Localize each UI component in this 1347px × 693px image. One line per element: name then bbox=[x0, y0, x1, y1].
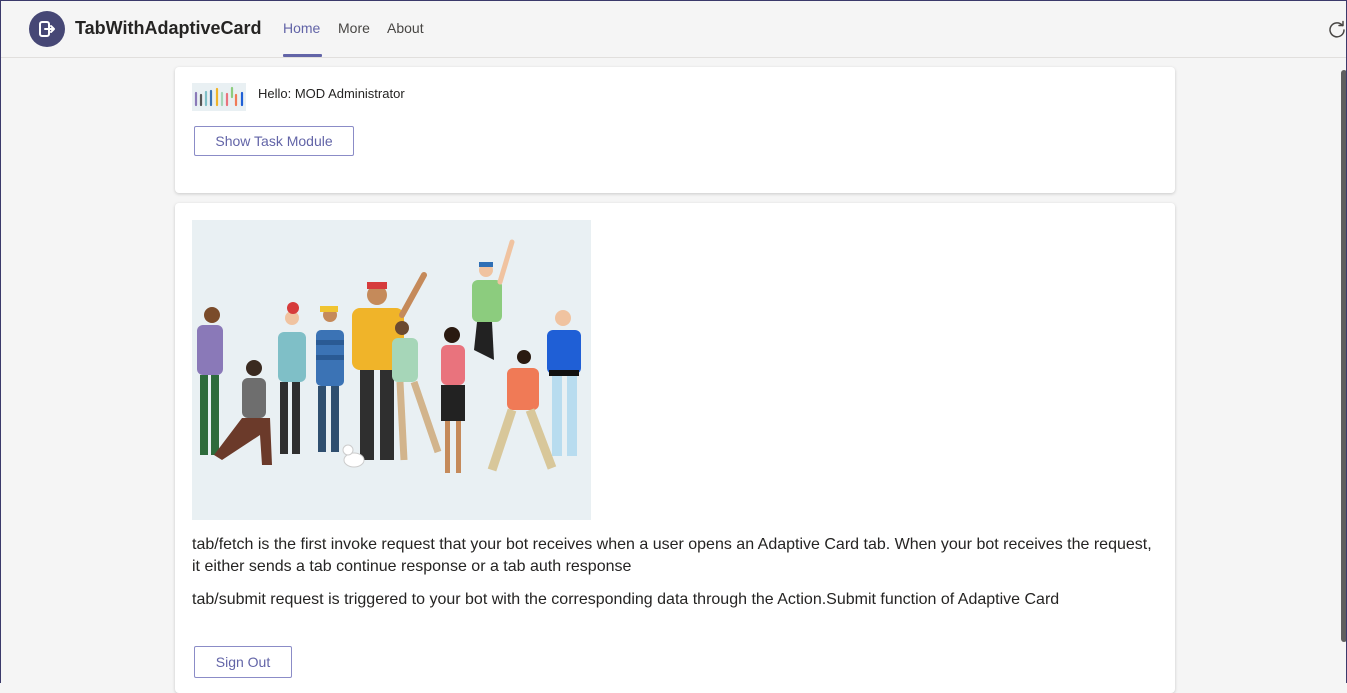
app-title: TabWithAdaptiveCard bbox=[75, 18, 262, 38]
show-task-module-button[interactable]: Show Task Module bbox=[194, 126, 354, 156]
tab-more[interactable]: More bbox=[338, 20, 370, 36]
people-group-thumbnail bbox=[192, 83, 246, 111]
greeting-text: Hello: MOD Administrator bbox=[258, 86, 405, 101]
app-header: TabWithAdaptiveCard Home More About bbox=[0, 0, 1347, 58]
tab-about[interactable]: About bbox=[387, 20, 424, 36]
active-tab-indicator bbox=[283, 54, 322, 57]
greeting-card: Hello: MOD Administrator Show Task Modul… bbox=[175, 67, 1175, 193]
refresh-icon[interactable] bbox=[1327, 19, 1347, 39]
tab-submit-description: tab/submit request is triggered to your … bbox=[192, 591, 1060, 608]
sign-out-button[interactable]: Sign Out bbox=[194, 646, 292, 678]
tab-home[interactable]: Home bbox=[283, 20, 320, 36]
sign-out-arrow-icon bbox=[29, 11, 65, 47]
people-group-illustration bbox=[192, 220, 591, 520]
scrollbar-thumb[interactable] bbox=[1341, 70, 1347, 642]
info-card: tab/fetch is the first invoke request th… bbox=[175, 203, 1175, 693]
tab-fetch-description: tab/fetch is the first invoke request th… bbox=[192, 536, 1152, 575]
